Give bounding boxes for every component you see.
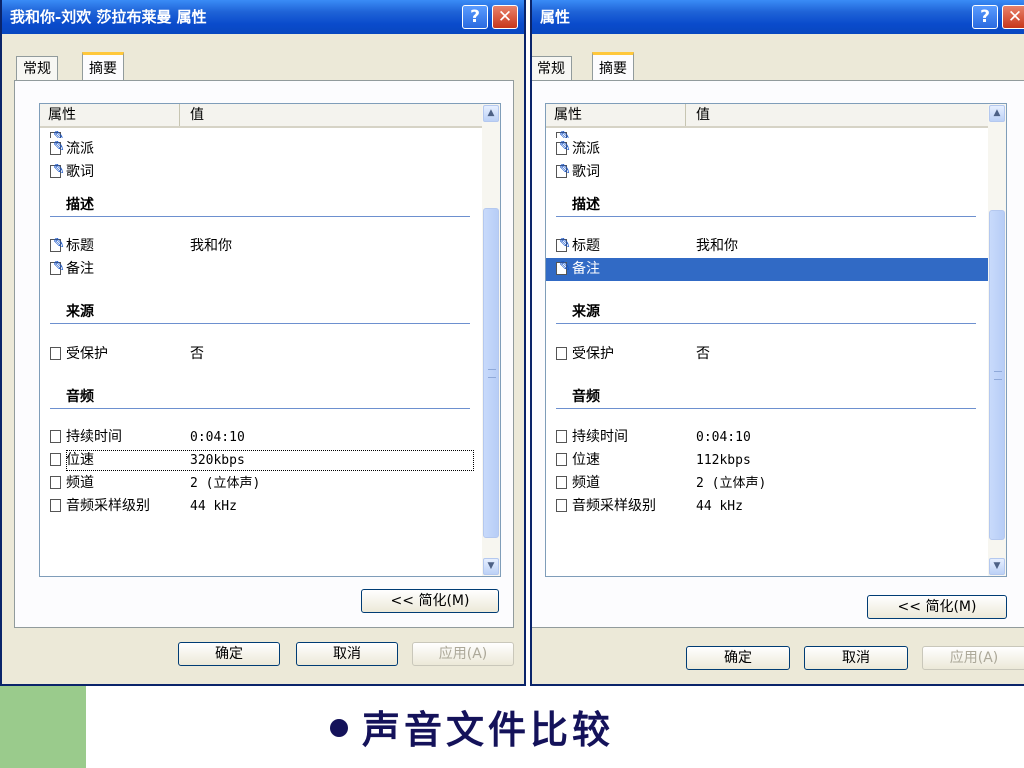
list-item[interactable]: 歌词 xyxy=(546,159,988,184)
document-icon xyxy=(50,347,61,360)
list-item[interactable]: 受保护 否 xyxy=(546,343,988,366)
right-title-bar[interactable]: 属性 ? ✕ xyxy=(532,0,1024,34)
cancel-button[interactable]: 取消 xyxy=(296,642,398,666)
list-item-partial xyxy=(40,128,482,138)
left-window-title: 我和你-刘欢 莎拉布莱曼 属性 xyxy=(10,8,207,26)
apply-button[interactable]: 应用(A) xyxy=(412,642,514,666)
right-summary-panel: 属性 值 流派 歌词 描述 标题 我和你 备注 来源 xyxy=(532,80,1024,628)
help-icon[interactable]: ? xyxy=(462,5,488,29)
list-item[interactable]: 受保护 否 xyxy=(40,343,482,366)
ok-button[interactable]: 确定 xyxy=(178,642,280,666)
list-item[interactable]: 备注 xyxy=(40,256,482,281)
column-header-property[interactable]: 属性 xyxy=(546,104,686,126)
column-header-value[interactable]: 值 xyxy=(686,104,710,126)
left-tab-strip: 常规 摘要 xyxy=(16,52,216,82)
list-item[interactable]: 标题 我和你 xyxy=(40,233,482,258)
list-item[interactable]: 标题 我和你 xyxy=(546,233,988,258)
list-item[interactable]: 位速 112kbps xyxy=(546,449,988,472)
simplify-button[interactable]: << 简化(M) xyxy=(867,595,1007,619)
group-heading-audio: 音频 xyxy=(66,389,94,405)
group-heading-describe: 描述 xyxy=(572,197,600,213)
grip-icon xyxy=(488,369,496,378)
right-property-list[interactable]: 属性 值 流派 歌词 描述 标题 我和你 备注 来源 xyxy=(545,103,1007,577)
grip-icon xyxy=(994,371,1002,380)
edit-property-icon xyxy=(50,136,65,159)
list-item[interactable]: 持续时间 0:04:10 xyxy=(40,426,482,449)
edit-property-icon xyxy=(50,159,65,182)
list-item[interactable]: 频道 2 (立体声) xyxy=(546,472,988,495)
list-header: 属性 值 xyxy=(546,104,988,128)
right-tab-strip: 常规 摘要 xyxy=(532,52,732,82)
help-icon[interactable]: ? xyxy=(972,5,998,29)
group-divider xyxy=(50,216,470,217)
tab-general[interactable]: 常规 xyxy=(16,56,58,80)
vertical-scrollbar[interactable]: ▲ ▼ xyxy=(482,104,500,576)
list-item[interactable]: 持续时间 0:04:10 xyxy=(546,426,988,449)
list-item[interactable]: 音频采样级别 44 kHz xyxy=(546,495,988,518)
tab-summary[interactable]: 摘要 xyxy=(82,52,124,80)
list-item[interactable]: 流派 xyxy=(40,136,482,161)
left-title-bar[interactable]: 我和你-刘欢 莎拉布莱曼 属性 ? ✕ xyxy=(2,0,524,34)
group-divider xyxy=(50,408,470,409)
ok-button[interactable]: 确定 xyxy=(686,646,790,670)
vertical-scrollbar[interactable]: ▲ ▼ xyxy=(988,104,1006,576)
close-icon[interactable]: ✕ xyxy=(492,5,518,29)
slide-side-block xyxy=(0,684,86,768)
right-properties-dialog: 属性 ? ✕ 常规 摘要 属性 值 流派 歌词 描述 标题 xyxy=(530,0,1024,686)
scroll-down-icon[interactable]: ▼ xyxy=(989,558,1005,575)
column-header-property[interactable]: 属性 xyxy=(40,104,180,126)
edit-property-icon xyxy=(556,233,571,256)
list-item[interactable]: 流派 xyxy=(546,136,988,161)
caption-text: 声音文件比较 xyxy=(362,707,615,752)
slide-caption: 声音文件比较 xyxy=(330,702,614,758)
scroll-up-icon[interactable]: ▲ xyxy=(989,105,1005,122)
apply-button[interactable]: 应用(A) xyxy=(922,646,1024,670)
edit-property-icon xyxy=(556,256,571,279)
list-item[interactable]: 歌词 xyxy=(40,159,482,184)
tab-summary[interactable]: 摘要 xyxy=(592,52,634,80)
left-property-list[interactable]: 属性 值 流派 歌词 描述 标题 我和你 备注 来源 xyxy=(39,103,501,577)
group-divider xyxy=(556,323,976,324)
scroll-thumb[interactable] xyxy=(989,210,1005,540)
group-heading-source: 来源 xyxy=(66,304,94,320)
group-heading-describe: 描述 xyxy=(66,197,94,213)
group-heading-audio: 音频 xyxy=(572,389,600,405)
document-icon xyxy=(50,476,61,489)
left-properties-dialog: 我和你-刘欢 莎拉布莱曼 属性 ? ✕ 常规 摘要 属性 值 流派 歌词 描述 xyxy=(0,0,526,686)
document-icon xyxy=(556,453,567,466)
edit-property-icon xyxy=(50,256,65,279)
edit-property-icon xyxy=(556,136,571,159)
list-item-selected[interactable]: 备注 xyxy=(546,256,988,281)
document-icon xyxy=(556,499,567,512)
list-item[interactable]: 音频采样级别 44 kHz xyxy=(40,495,482,518)
document-icon xyxy=(556,476,567,489)
scroll-up-icon[interactable]: ▲ xyxy=(483,105,499,122)
document-icon xyxy=(50,499,61,512)
scroll-thumb[interactable] xyxy=(483,208,499,538)
right-window-title: 属性 xyxy=(540,8,571,26)
scroll-down-icon[interactable]: ▼ xyxy=(483,558,499,575)
tab-general[interactable]: 常规 xyxy=(532,56,572,80)
document-icon xyxy=(50,453,61,466)
list-header: 属性 值 xyxy=(40,104,482,128)
edit-property-icon xyxy=(556,159,571,182)
document-icon xyxy=(556,347,567,360)
focus-rectangle xyxy=(66,450,474,471)
simplify-button[interactable]: << 简化(M) xyxy=(361,589,499,613)
group-divider xyxy=(556,216,976,217)
group-divider xyxy=(50,323,470,324)
left-summary-panel: 属性 值 流派 歌词 描述 标题 我和你 备注 来源 xyxy=(14,80,514,628)
list-item[interactable]: 频道 2 (立体声) xyxy=(40,472,482,495)
bullet-icon xyxy=(330,719,348,737)
edit-property-icon xyxy=(50,233,65,256)
list-item-partial xyxy=(546,128,988,138)
group-heading-source: 来源 xyxy=(572,304,600,320)
group-divider xyxy=(556,408,976,409)
document-icon xyxy=(50,430,61,443)
column-header-value[interactable]: 值 xyxy=(180,104,204,126)
cancel-button[interactable]: 取消 xyxy=(804,646,908,670)
close-icon[interactable]: ✕ xyxy=(1002,5,1024,29)
document-icon xyxy=(556,430,567,443)
